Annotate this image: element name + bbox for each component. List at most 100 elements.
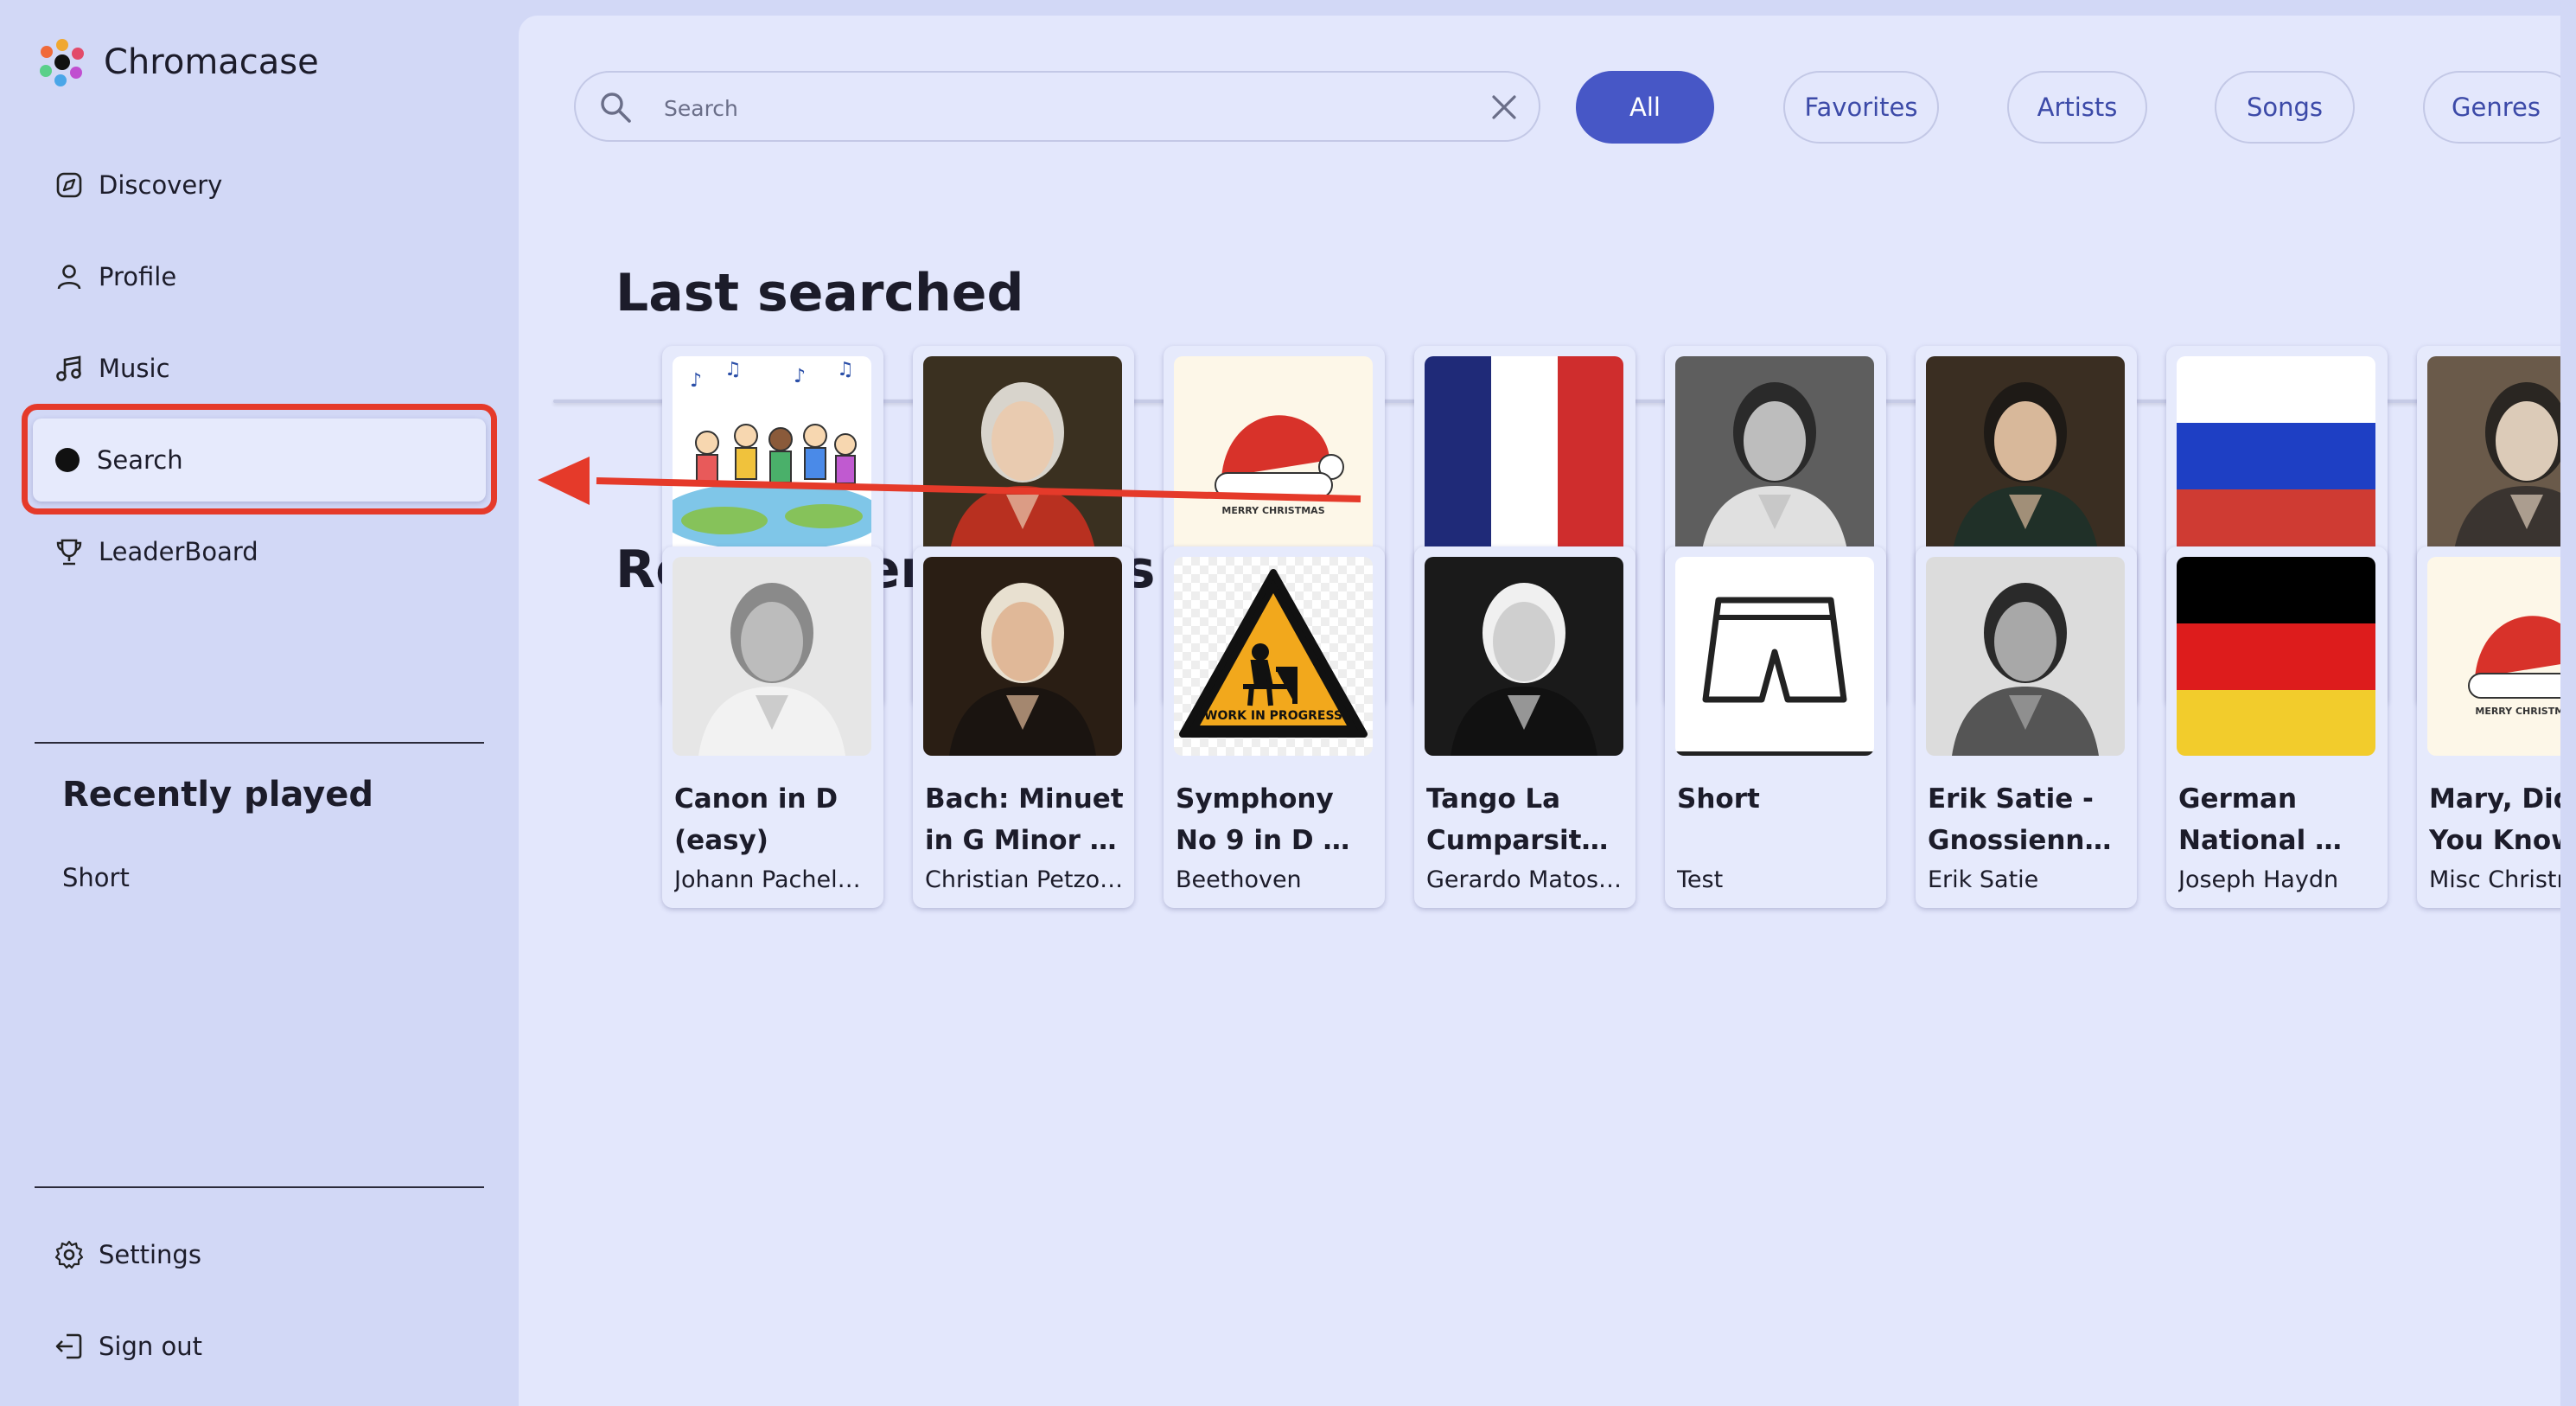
song-title: Bach: Minuet in G Minor …: [925, 778, 1124, 861]
song-artwork: [673, 557, 871, 756]
song-title-line: Erik Satie -: [1928, 783, 2094, 815]
song-title: German National …: [2178, 778, 2377, 861]
song-artist: Joseph Haydn: [2178, 866, 2339, 893]
song-card[interactable]: German National … Joseph Haydn: [2166, 546, 2388, 908]
svg-text:WORK IN PROGRESS: WORK IN PROGRESS: [1204, 709, 1342, 723]
song-artwork: [2177, 557, 2375, 756]
last-searched-heading: Last searched: [615, 263, 1024, 323]
song-artist: Test: [1677, 866, 1724, 893]
sidebar-item-label: Music: [99, 354, 170, 383]
svg-text:♫: ♫: [837, 359, 854, 380]
app-logo[interactable]: Chromacase: [35, 35, 319, 90]
annotation-highlight-box: [22, 404, 497, 514]
svg-text:♫: ♫: [724, 359, 742, 380]
song-title-line: (easy): [674, 825, 768, 856]
song-artwork: ♪ ♫ ♪ ♫: [673, 356, 871, 555]
filter-chip-all[interactable]: All: [1576, 71, 1714, 144]
song-title-line: Symphony: [1176, 783, 1334, 815]
song-title-line: Mary, Did: [2429, 783, 2560, 815]
song-artwork: [1926, 557, 2125, 756]
recently-played-title: Recently played: [62, 775, 374, 815]
filter-chip-songs[interactable]: Songs: [2215, 71, 2355, 144]
song-card[interactable]: Erik Satie - Gnossienne … Erik Satie: [1916, 546, 2137, 908]
song-title-line: in G Minor …: [925, 825, 1117, 856]
sidebar-item-label: Settings: [99, 1240, 201, 1269]
search-icon: [601, 93, 631, 123]
song-card[interactable]: MERRY CHRISTMAS Mary, Did You Know? Misc…: [2417, 546, 2560, 908]
song-card[interactable]: Tango La Cumparsita … Gerardo Matos…: [1414, 546, 1636, 908]
song-title-line: Short: [1677, 783, 1760, 815]
song-artwork: [1675, 557, 1874, 756]
music-note-icon: [52, 351, 86, 386]
app-name: Chromacase: [104, 42, 319, 82]
song-artwork: MERRY CHRISTMAS: [1174, 356, 1373, 555]
sidebar-item-label: Sign out: [99, 1332, 202, 1361]
search-input[interactable]: [662, 88, 1409, 128]
sidebar-divider: [35, 742, 484, 744]
svg-text:♪: ♪: [794, 366, 806, 387]
sidebar-item-settings[interactable]: Settings: [35, 1217, 484, 1293]
song-artwork: WORK IN PROGRESS: [1174, 557, 1373, 756]
song-title-line: Canon in D: [674, 783, 838, 815]
song-title: Mary, Did You Know?: [2429, 778, 2560, 861]
sidebar-item-music[interactable]: Music: [35, 330, 484, 406]
song-artist: Christian Petzo…: [925, 866, 1124, 893]
song-artwork: [2427, 356, 2560, 555]
svg-text:♪: ♪: [690, 370, 702, 392]
sign-out-icon: [52, 1329, 86, 1364]
song-artwork: [923, 356, 1122, 555]
filter-chip-favorites[interactable]: Favorites: [1783, 71, 1939, 144]
song-title-line: National …: [2178, 825, 2343, 856]
song-title-line: No 9 in D …: [1176, 825, 1350, 856]
song-artwork: [923, 557, 1122, 756]
song-title-line: You Know?: [2429, 825, 2560, 856]
trophy-icon: [52, 534, 86, 569]
sidebar-item-leaderboard[interactable]: LeaderBoard: [35, 514, 484, 590]
song-artwork: [1675, 356, 1874, 555]
compass-icon: [52, 168, 86, 202]
song-artwork: [1425, 356, 1623, 555]
song-title-line: Cumparsita …: [1426, 825, 1625, 856]
song-artist: Gerardo Matos…: [1426, 866, 1623, 893]
sidebar-item-label: LeaderBoard: [99, 537, 258, 566]
sidebar-item-profile[interactable]: Profile: [35, 239, 484, 315]
sidebar: Chromacase Discovery Profile Music Searc…: [0, 0, 519, 1406]
song-card[interactable]: WORK IN PROGRESS Symphony No 9 in D … Be…: [1164, 546, 1385, 908]
song-title-line: Bach: Minuet: [925, 783, 1124, 815]
clear-icon[interactable]: [1489, 92, 1520, 123]
song-artist: Beethoven: [1176, 866, 1302, 893]
filter-chip-artists[interactable]: Artists: [2007, 71, 2147, 144]
song-title: Erik Satie - Gnossienne …: [1928, 778, 2126, 861]
sidebar-item-label: Discovery: [99, 170, 223, 200]
song-artwork: [2177, 356, 2375, 555]
song-title: Short: [1677, 778, 1876, 820]
song-title-line: Gnossienne …: [1928, 825, 2126, 856]
filter-chip-genres[interactable]: Genres: [2423, 71, 2560, 144]
user-icon: [52, 259, 86, 294]
song-artwork: [1926, 356, 2125, 555]
song-artwork: [1425, 557, 1623, 756]
search-bar[interactable]: [574, 71, 1540, 142]
song-artist: Johann Pachel…: [674, 866, 861, 893]
song-title-line: Tango La: [1426, 783, 1561, 815]
main-panel: All Favorites Artists Songs Genres Last …: [519, 16, 2560, 1406]
song-card[interactable]: Canon in D (easy) Johann Pachel…: [662, 546, 883, 908]
sidebar-item-label: Profile: [99, 262, 177, 291]
song-title: Tango La Cumparsita …: [1426, 778, 1625, 861]
svg-text:MERRY CHRISTMAS: MERRY CHRISTMAS: [2475, 706, 2560, 717]
sidebar-divider: [35, 1186, 484, 1188]
song-card[interactable]: Bach: Minuet in G Minor … Christian Petz…: [913, 546, 1134, 908]
song-artwork: MERRY CHRISTMAS: [2427, 557, 2560, 756]
song-title: Canon in D (easy): [674, 778, 873, 861]
song-card[interactable]: Short Test: [1665, 546, 1886, 908]
song-artist: Misc Christmas: [2429, 866, 2560, 893]
sidebar-item-discovery[interactable]: Discovery: [35, 147, 484, 223]
gear-icon: [52, 1237, 86, 1272]
song-title: Symphony No 9 in D …: [1176, 778, 1374, 861]
song-title-line: German: [2178, 783, 2298, 815]
chromacase-logo-icon: [40, 39, 84, 86]
sidebar-item-sign-out[interactable]: Sign out: [35, 1308, 484, 1384]
svg-text:MERRY CHRISTMAS: MERRY CHRISTMAS: [1221, 505, 1324, 516]
song-artist: Erik Satie: [1928, 866, 2039, 893]
recently-played-item[interactable]: Short: [62, 863, 130, 892]
